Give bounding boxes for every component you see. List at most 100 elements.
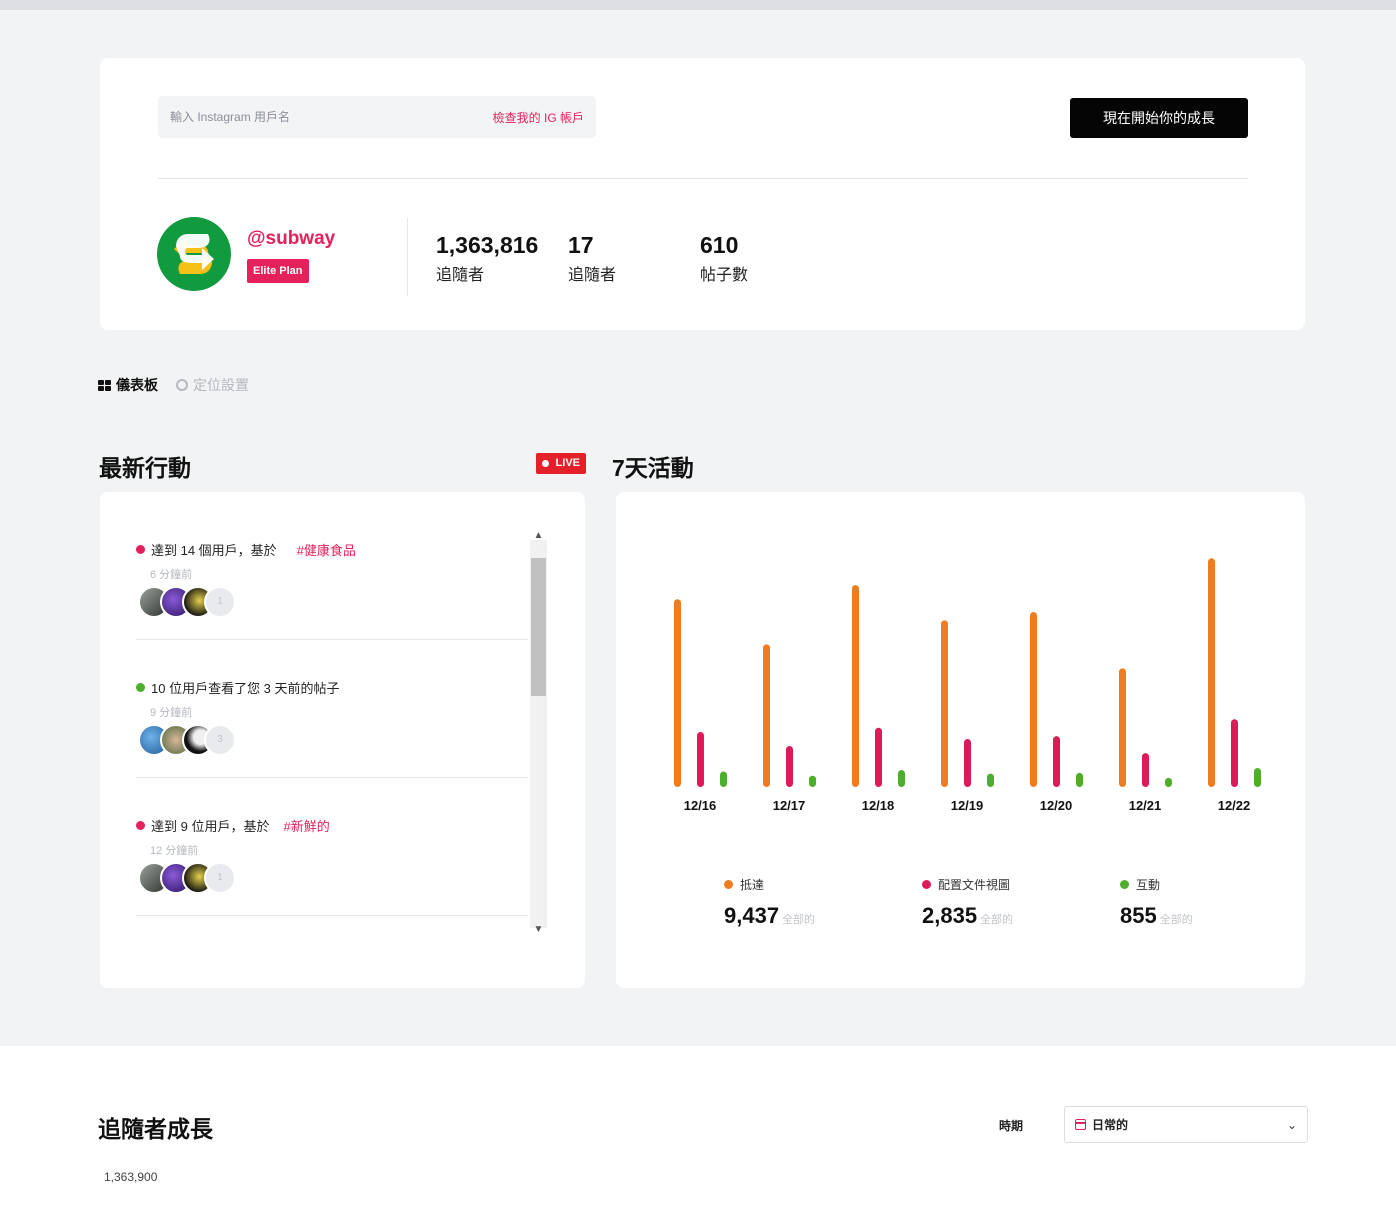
live-badge: LIVE (536, 453, 586, 474)
search-input[interactable] (170, 110, 493, 124)
period-label: 時期 (999, 1119, 1024, 1133)
tab-dashboard[interactable]: 儀表板 (98, 375, 158, 395)
activity-text: 達到 9 位用戶，基於 #新鮮的 (136, 816, 330, 835)
stat-followers: 1,363,816 追隨者 (436, 232, 538, 285)
activity-hashtag[interactable]: #健康食品 (297, 540, 356, 559)
activity-message: 達到 14 個用戶，基於 (151, 543, 277, 558)
bar-engagement-12-19[interactable] (987, 773, 994, 787)
user-avatars: 1 (138, 862, 248, 896)
activity-time: 6 分鐘前 (150, 569, 193, 581)
legend-dot (1120, 880, 1129, 889)
bar-engagement-12-17[interactable] (809, 775, 816, 787)
bar-engagement-12-21[interactable] (1165, 777, 1172, 787)
x-tick-label: 12/17 (773, 798, 806, 813)
bar-engagement-12-22[interactable] (1254, 767, 1261, 787)
stat-value: 610 (700, 232, 739, 258)
profile-handle[interactable]: @subway (247, 228, 335, 250)
stat-label: 追隨者 (568, 267, 617, 284)
stat-posts: 610 帖子數 (700, 232, 748, 285)
chart-title: 7天活動 (612, 455, 694, 481)
x-tick-label: 12/18 (862, 798, 895, 813)
scroll-track[interactable] (530, 540, 547, 928)
bar-profile-views-12-18[interactable] (875, 727, 882, 787)
bar-reach-12-19[interactable] (941, 620, 948, 787)
activity-scrollbar[interactable]: ▲ ▼ (530, 530, 547, 938)
legend-engagement: 互動 855 全部的 (1120, 876, 1193, 929)
calendar-icon (1075, 1119, 1086, 1130)
more-users-count[interactable]: 1 (204, 586, 236, 618)
status-dot (136, 683, 145, 692)
stat-value: 1,363,816 (436, 232, 539, 258)
bar-profile-views-12-21[interactable] (1142, 753, 1149, 787)
scroll-thumb[interactable] (531, 558, 546, 696)
legend-label: 配置文件視圖 (938, 878, 1011, 892)
activity-time: 9 分鐘前 (150, 707, 193, 719)
activity-item: 10 位用戶查看了您 3 天前的帖子 9 分鐘前 3 (136, 640, 528, 778)
x-tick-label: 12/19 (951, 798, 984, 813)
activity-panel: 達到 14 個用戶，基於 #健康食品 6 分鐘前 1 10 位用戶查看了您 3 … (100, 492, 585, 988)
period-select[interactable]: 日常的 ⌄ (1064, 1106, 1308, 1143)
tab-targeting[interactable]: 定位設置 (176, 375, 249, 395)
grid-icon (98, 379, 111, 391)
plan-badge: Elite Plan (247, 259, 309, 283)
y-axis-tick: 1,363,900 (104, 1170, 158, 1184)
stat-label: 追隨者 (436, 267, 485, 284)
bar-profile-views-12-17[interactable] (786, 746, 793, 787)
legend-unit: 全部的 (1159, 914, 1193, 926)
activity-text: 10 位用戶查看了您 3 天前的帖子 (136, 678, 340, 697)
bar-profile-views-12-22[interactable] (1231, 719, 1238, 787)
activity-title: 最新行動 (99, 455, 191, 481)
activity-time: 12 分鐘前 (150, 845, 199, 857)
legend-unit: 全部的 (980, 914, 1014, 926)
x-tick-label: 12/16 (684, 798, 717, 813)
activity-hashtag[interactable]: #新鮮的 (283, 816, 329, 835)
bar-reach-12-17[interactable] (763, 644, 770, 787)
follower-growth-title: 追隨者成長 (98, 1116, 213, 1142)
bar-engagement-12-20[interactable] (1076, 772, 1083, 787)
legend-unit: 全部的 (782, 914, 816, 926)
legend-value: 855 (1120, 903, 1157, 928)
x-tick-label: 12/20 (1040, 798, 1073, 813)
bar-engagement-12-16[interactable] (720, 771, 727, 787)
bar-profile-views-12-19[interactable] (964, 739, 971, 787)
legend-value: 9,437 (724, 903, 780, 928)
bar-reach-12-22[interactable] (1208, 558, 1215, 787)
search-box: 檢查我的 IG 帳戶 (158, 96, 596, 138)
status-dot (136, 545, 145, 554)
x-tick-label: 12/22 (1218, 798, 1251, 813)
user-avatars: 3 (138, 724, 248, 758)
follower-growth-section: 追隨者成長 時期 日常的 ⌄ 1,363,900 (0, 1046, 1396, 1214)
check-account-link[interactable]: 檢查我的 IG 帳戶 (493, 109, 584, 126)
tab-label: 定位設置 (193, 377, 249, 393)
activity-message: 10 位用戶查看了您 3 天前的帖子 (151, 681, 340, 696)
period-value: 日常的 (1092, 1118, 1129, 1132)
profile-card: 檢查我的 IG 帳戶 現在開始你的成長 @subway Elite Plan 1… (100, 58, 1305, 330)
activity-bar-chart: 12/16 12/17 12/18 12/19 12/20 12/21 12/22 (674, 558, 1261, 813)
start-growth-button[interactable]: 現在開始你的成長 (1070, 98, 1248, 138)
stat-label: 帖子數 (700, 267, 749, 284)
chart-panel: 12/16 12/17 12/18 12/19 12/20 12/21 12/22 抵達 9… (616, 492, 1305, 988)
stats-divider (407, 218, 408, 296)
bar-profile-views-12-16[interactable] (697, 731, 704, 787)
scroll-down-icon[interactable]: ▼ (530, 924, 547, 938)
bar-reach-12-18[interactable] (852, 585, 859, 787)
legend-profile-views: 配置文件視圖 2,835 全部的 (922, 876, 1013, 929)
bar-reach-12-20[interactable] (1030, 611, 1037, 787)
bar-engagement-12-18[interactable] (898, 770, 905, 787)
top-strip (0, 0, 1396, 10)
stat-value: 17 (568, 232, 594, 258)
more-users-count[interactable]: 1 (204, 862, 236, 894)
legend-value: 2,835 (922, 903, 978, 928)
bar-reach-12-16[interactable] (674, 599, 681, 787)
stat-following: 17 追隨者 (568, 232, 616, 285)
more-users-count[interactable]: 3 (204, 724, 236, 756)
dashboard-tabs: 儀表板 定位設置 (98, 375, 249, 395)
bar-profile-views-12-20[interactable] (1053, 736, 1060, 787)
legend-label: 抵達 (740, 878, 765, 892)
legend-dot (724, 880, 733, 889)
tab-label: 儀表板 (116, 377, 158, 393)
activity-item: 達到 9 位用戶，基於 #新鮮的 12 分鐘前 1 (136, 778, 528, 916)
bar-reach-12-21[interactable] (1119, 668, 1126, 787)
activity-text: 達到 14 個用戶，基於 #健康食品 (136, 540, 356, 559)
legend-label: 互動 (1136, 878, 1161, 892)
